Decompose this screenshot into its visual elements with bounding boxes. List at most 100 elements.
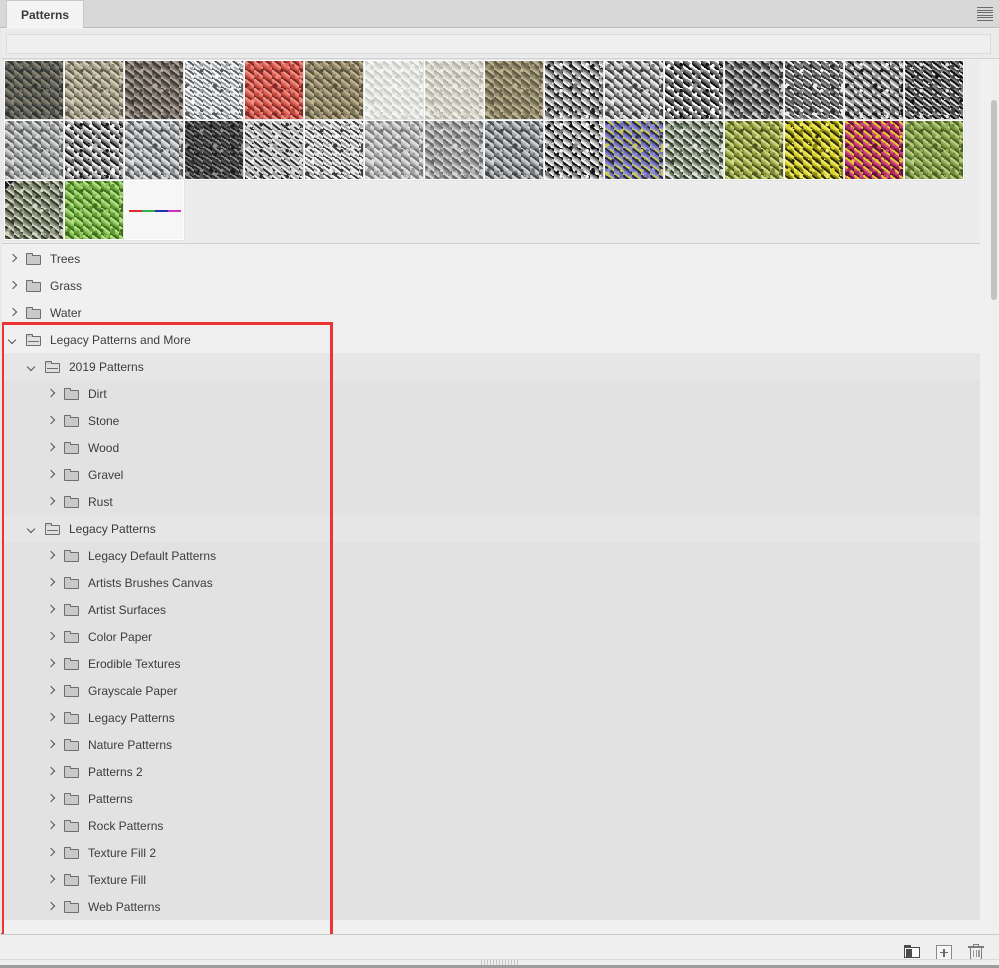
tree-item-nature-patterns[interactable]: Nature Patterns bbox=[0, 731, 980, 758]
tree-item-label: Erodible Textures bbox=[88, 656, 181, 671]
black-white-noise-texture[interactable] bbox=[543, 59, 605, 121]
pebbles-texture[interactable] bbox=[63, 59, 125, 121]
mottled-gray-texture[interactable] bbox=[843, 59, 905, 121]
purple-lichen-texture[interactable] bbox=[603, 119, 665, 181]
chevron-right-icon[interactable] bbox=[8, 253, 19, 264]
hamburger-menu-icon[interactable] bbox=[977, 7, 993, 21]
gray-stone-texture[interactable] bbox=[3, 119, 65, 181]
color-line-swatch[interactable] bbox=[123, 179, 185, 241]
yellow-flowers-texture[interactable] bbox=[783, 119, 845, 181]
chevron-right-icon[interactable] bbox=[46, 901, 57, 912]
tree-item-legacy-patterns[interactable]: Legacy Patterns bbox=[0, 704, 980, 731]
tree-item-water[interactable]: Water bbox=[0, 299, 980, 326]
chevron-right-icon[interactable] bbox=[46, 604, 57, 615]
tree-item-wood[interactable]: Wood bbox=[0, 434, 980, 461]
soft-gray-cloud-texture[interactable] bbox=[363, 119, 425, 181]
chevron-right-icon[interactable] bbox=[46, 847, 57, 858]
chevron-right-icon[interactable] bbox=[46, 685, 57, 696]
folder-icon bbox=[64, 495, 79, 508]
fine-gray-grain-texture[interactable] bbox=[723, 59, 785, 121]
chevron-down-icon[interactable] bbox=[27, 523, 38, 534]
white-speckle-texture[interactable] bbox=[63, 119, 125, 181]
brushed-diagonal-texture[interactable] bbox=[483, 119, 545, 181]
tree-item-gravel[interactable]: Gravel bbox=[0, 461, 980, 488]
tree-item-legacy-patterns-and-more[interactable]: Legacy Patterns and More bbox=[0, 326, 980, 353]
tree-item-artist-surfaces[interactable]: Artist Surfaces bbox=[0, 596, 980, 623]
diagonal-fiber-texture[interactable] bbox=[123, 119, 185, 181]
tree-item-rust[interactable]: Rust bbox=[0, 488, 980, 515]
chevron-right-icon[interactable] bbox=[46, 388, 57, 399]
granite-lichen-texture[interactable] bbox=[3, 179, 65, 241]
white-speckle-granite-texture[interactable] bbox=[183, 59, 245, 121]
dense-black-noise-texture[interactable] bbox=[183, 119, 245, 181]
mixed-noise-texture[interactable] bbox=[903, 59, 965, 121]
chevron-right-icon[interactable] bbox=[46, 739, 57, 750]
chevron-right-icon[interactable] bbox=[46, 415, 57, 426]
chevron-right-icon[interactable] bbox=[46, 766, 57, 777]
dark-grain-texture[interactable] bbox=[783, 59, 845, 121]
tree-item-2019-patterns[interactable]: 2019 Patterns bbox=[0, 353, 980, 380]
color-line-segment bbox=[168, 210, 181, 212]
tree-item-label: Grass bbox=[50, 278, 83, 293]
chevron-right-icon[interactable] bbox=[8, 307, 19, 318]
green-lichen-rock-texture[interactable] bbox=[663, 119, 725, 181]
chevron-right-icon[interactable] bbox=[46, 442, 57, 453]
gray-noise-texture[interactable] bbox=[603, 59, 665, 121]
chevron-right-icon[interactable] bbox=[8, 280, 19, 291]
chevron-down-icon[interactable] bbox=[27, 361, 38, 372]
tree-item-dirt[interactable]: Dirt bbox=[0, 380, 980, 407]
tree-item-label: Web Patterns bbox=[88, 899, 161, 914]
chunky-bw-texture[interactable] bbox=[543, 119, 605, 181]
concrete-texture[interactable] bbox=[423, 119, 485, 181]
tree-item-color-paper[interactable]: Color Paper bbox=[0, 623, 980, 650]
tree-item-stone[interactable]: Stone bbox=[0, 407, 980, 434]
chevron-right-icon[interactable] bbox=[46, 820, 57, 831]
red-rock-texture[interactable] bbox=[243, 59, 305, 121]
tree-item-texture-fill[interactable]: Texture Fill bbox=[0, 866, 980, 893]
vertical-scrollbar-thumb[interactable] bbox=[991, 100, 997, 300]
olive-leaves-texture[interactable] bbox=[723, 119, 785, 181]
olive-dirt-texture[interactable] bbox=[303, 59, 365, 121]
tab-patterns[interactable]: Patterns bbox=[6, 0, 85, 28]
chevron-right-icon[interactable] bbox=[46, 496, 57, 507]
tree-item-web-patterns[interactable]: Web Patterns bbox=[0, 893, 980, 920]
coarse-gravel-texture[interactable] bbox=[123, 59, 185, 121]
chevron-down-icon[interactable] bbox=[8, 334, 19, 345]
tree-item-legacy-patterns[interactable]: Legacy Patterns bbox=[0, 515, 980, 542]
folder-open-icon bbox=[26, 333, 41, 346]
chevron-right-icon[interactable] bbox=[46, 550, 57, 561]
tree-item-artists-brushes-canvas[interactable]: Artists Brushes Canvas bbox=[0, 569, 980, 596]
chevron-right-icon[interactable] bbox=[46, 874, 57, 885]
chevron-right-icon[interactable] bbox=[46, 469, 57, 480]
light-static-texture[interactable] bbox=[303, 119, 365, 181]
pale-stone-texture[interactable] bbox=[423, 59, 485, 121]
tree-item-patterns-2[interactable]: Patterns 2 bbox=[0, 758, 980, 785]
chevron-right-icon[interactable] bbox=[46, 712, 57, 723]
sandy-grit-texture[interactable] bbox=[483, 59, 545, 121]
tree-item-label: Rust bbox=[88, 494, 113, 509]
magenta-flowers-texture[interactable] bbox=[843, 119, 905, 181]
tree-item-trees[interactable]: Trees bbox=[0, 245, 980, 272]
chevron-right-icon[interactable] bbox=[46, 793, 57, 804]
tree-item-grayscale-paper[interactable]: Grayscale Paper bbox=[0, 677, 980, 704]
tree-item-label: Patterns 2 bbox=[88, 764, 143, 779]
chevron-right-icon[interactable] bbox=[46, 577, 57, 588]
tree-item-rock-patterns[interactable]: Rock Patterns bbox=[0, 812, 980, 839]
vertical-scrollbar[interactable] bbox=[991, 60, 997, 933]
high-contrast-speckle-texture[interactable] bbox=[663, 59, 725, 121]
folder-icon bbox=[64, 657, 79, 670]
chevron-right-icon[interactable] bbox=[46, 658, 57, 669]
tree-item-legacy-default-patterns[interactable]: Legacy Default Patterns bbox=[0, 542, 980, 569]
chevron-right-icon[interactable] bbox=[46, 631, 57, 642]
tree-item-texture-fill-2[interactable]: Texture Fill 2 bbox=[0, 839, 980, 866]
salt-pepper-texture[interactable] bbox=[243, 119, 305, 181]
light-marble-texture[interactable] bbox=[363, 59, 425, 121]
grass-texture[interactable] bbox=[63, 179, 125, 241]
swatch-row bbox=[3, 119, 996, 181]
search-input[interactable] bbox=[6, 34, 991, 54]
tree-item-grass[interactable]: Grass bbox=[0, 272, 980, 299]
dark-rock-texture[interactable] bbox=[3, 59, 65, 121]
tree-item-patterns[interactable]: Patterns bbox=[0, 785, 980, 812]
tree-item-erodible-textures[interactable]: Erodible Textures bbox=[0, 650, 980, 677]
green-moss-texture[interactable] bbox=[903, 119, 965, 181]
